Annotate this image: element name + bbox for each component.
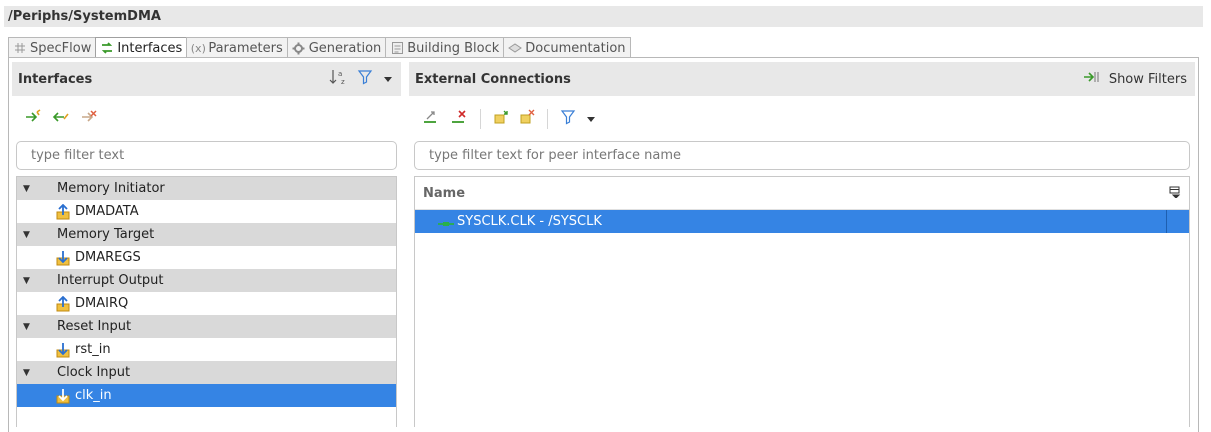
panel-title: External Connections xyxy=(415,71,571,87)
tab-label: Building Block xyxy=(407,40,500,56)
tab-label: Documentation xyxy=(525,40,626,56)
expand-arrow-icon[interactable]: ▼ xyxy=(23,184,45,194)
column-menu-icon[interactable] xyxy=(1169,186,1183,200)
item-label: DMADATA xyxy=(75,204,139,219)
generation-icon xyxy=(291,40,307,56)
tree-item-dmaregs[interactable]: DMAREGS xyxy=(17,246,396,269)
target-icon xyxy=(55,250,71,266)
remove-export-icon[interactable] xyxy=(519,109,535,129)
panel-title: Interfaces xyxy=(18,71,93,87)
show-filters-button[interactable]: Show Filters xyxy=(1083,70,1187,88)
chevron-down-icon[interactable] xyxy=(383,72,393,87)
group-label: Memory Initiator xyxy=(57,181,165,196)
editor-title: /Periphs/SystemDMA xyxy=(4,6,1203,27)
toolbar-separator xyxy=(480,109,481,129)
group-label: Interrupt Output xyxy=(57,273,164,288)
chevron-down-icon[interactable] xyxy=(586,112,596,127)
interfaces-toolbar xyxy=(24,104,98,134)
tree-group-clock-input[interactable]: ▼ Clock Input xyxy=(17,361,396,384)
tab-documentation[interactable]: Documentation xyxy=(503,37,631,58)
tab-building-block[interactable]: Building Block xyxy=(385,37,505,58)
expand-arrow-icon[interactable]: ▼ xyxy=(23,230,45,240)
target-icon xyxy=(55,388,71,404)
filter-icon[interactable] xyxy=(357,69,373,89)
interfaces-icon xyxy=(99,40,115,56)
initiator-icon xyxy=(55,295,71,312)
filter-placeholder: type filter text xyxy=(31,148,125,163)
filter-icon[interactable] xyxy=(560,109,576,129)
column-divider xyxy=(1166,210,1167,233)
group-label: Memory Target xyxy=(57,227,155,242)
documentation-icon xyxy=(507,40,523,56)
target-icon xyxy=(55,342,71,358)
expand-arrow-icon[interactable]: ▼ xyxy=(23,368,45,378)
tree-item-clk-in[interactable]: clk_in xyxy=(17,384,396,407)
tree-item-rst-in[interactable]: rst_in xyxy=(17,338,396,361)
tab-generation[interactable]: Generation xyxy=(286,37,387,58)
tab-label: Parameters xyxy=(208,40,283,56)
item-label: DMAREGS xyxy=(75,250,141,265)
filter-placeholder: type filter text for peer interface name xyxy=(429,148,682,163)
add-connection-icon[interactable] xyxy=(422,109,440,129)
svg-text:z: z xyxy=(341,78,345,85)
grid-icon xyxy=(12,40,28,56)
svg-text:a: a xyxy=(338,70,342,78)
remove-connection-icon[interactable] xyxy=(450,109,468,129)
interface-filter-input[interactable]: type filter text xyxy=(16,141,397,170)
table-header: Name xyxy=(415,177,1189,210)
item-label: rst_in xyxy=(75,342,111,357)
parameters-icon: (x) xyxy=(190,41,206,55)
building-block-icon xyxy=(389,40,405,56)
column-header-name[interactable]: Name xyxy=(423,186,465,201)
toolbar-separator xyxy=(547,109,548,129)
interface-tree: ▼ Memory Initiator DMADATA ▼ Memory Targ… xyxy=(16,176,397,427)
add-multiple-icon[interactable] xyxy=(52,109,70,129)
external-connections-header: External Connections Show Filters xyxy=(409,62,1195,96)
tree-group-memory-initiator[interactable]: ▼ Memory Initiator xyxy=(17,177,396,200)
connection-name: SYSCLK.CLK - /SYSCLK xyxy=(457,214,602,229)
tree-item-dmairq[interactable]: DMAIRQ xyxy=(17,292,396,315)
table-row[interactable]: SYSCLK.CLK - /SYSCLK xyxy=(415,210,1189,233)
expand-arrow-icon[interactable]: ▼ xyxy=(23,276,45,286)
tree-group-memory-target[interactable]: ▼ Memory Target xyxy=(17,223,396,246)
group-label: Clock Input xyxy=(57,365,131,380)
connections-table: Name SYSCLK.CLK - /SYSCLK xyxy=(414,176,1190,427)
peer-filter-input[interactable]: type filter text for peer interface name xyxy=(414,141,1190,170)
tab-specflow[interactable]: SpecFlow xyxy=(8,37,97,58)
tree-group-interrupt-output[interactable]: ▼ Interrupt Output xyxy=(17,269,396,292)
connection-icon xyxy=(437,216,455,228)
show-filters-icon xyxy=(1083,70,1101,88)
tree-group-reset-input[interactable]: ▼ Reset Input xyxy=(17,315,396,338)
connections-toolbar xyxy=(422,104,596,134)
interfaces-panel-header: Interfaces az xyxy=(12,62,401,96)
tab-label: Generation xyxy=(308,40,382,56)
group-label: Reset Input xyxy=(57,319,132,334)
tab-label: Interfaces xyxy=(117,40,183,56)
editor-tabs: SpecFlow Interfaces (x) Parameters Gener… xyxy=(8,37,631,58)
item-label: DMAIRQ xyxy=(75,296,129,311)
tab-parameters[interactable]: (x) Parameters xyxy=(186,37,288,58)
tab-label: SpecFlow xyxy=(30,40,92,56)
show-filters-label: Show Filters xyxy=(1108,71,1187,87)
expand-arrow-icon[interactable]: ▼ xyxy=(23,322,45,332)
tab-interfaces[interactable]: Interfaces xyxy=(95,37,188,58)
tree-item-dmadata[interactable]: DMADATA xyxy=(17,200,396,223)
item-label: clk_in xyxy=(75,388,112,403)
remove-interface-icon[interactable] xyxy=(80,109,98,129)
add-interface-icon[interactable] xyxy=(24,109,42,129)
add-export-icon[interactable] xyxy=(493,109,509,129)
initiator-icon xyxy=(55,203,71,220)
sort-alpha-icon[interactable]: az xyxy=(329,69,347,89)
